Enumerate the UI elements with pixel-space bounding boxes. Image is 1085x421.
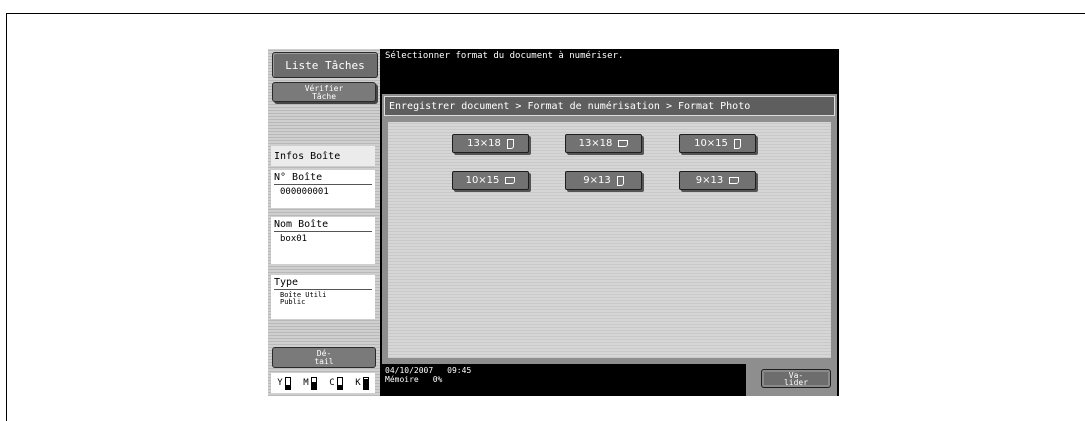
- format-button-13x18-portrait[interactable]: 13×18: [452, 134, 529, 153]
- format-label: 10×15: [465, 175, 500, 186]
- box-type-label: Type: [274, 277, 372, 290]
- instruction-message: Sélectionner format du document à numéri…: [385, 51, 624, 61]
- box-info-title: Infos Boîte: [271, 146, 375, 166]
- portrait-doc-icon: [733, 138, 741, 149]
- format-selection-area: 13×18 13×18 10×15 10×15 9×13 9×13: [388, 122, 831, 358]
- landscape-doc-icon: [729, 177, 740, 184]
- box-name-label: Nom Boîte: [274, 219, 372, 232]
- box-name-value: box01: [280, 234, 308, 244]
- format-label: 9×13: [583, 175, 611, 186]
- toner-m-bar: [310, 376, 317, 390]
- control-panel-screen: Liste Tâches Vérifier Tâche Infos Boîte …: [268, 49, 839, 396]
- status-date: 04/10/2007: [385, 366, 434, 375]
- format-button-9x13-landscape[interactable]: 9×13: [679, 171, 756, 190]
- landscape-doc-icon: [505, 177, 516, 184]
- format-label: 13×18: [467, 138, 501, 149]
- status-time: 09:45: [447, 366, 472, 375]
- format-button-10x15-portrait[interactable]: 10×15: [679, 134, 756, 153]
- portrait-doc-icon: [616, 175, 624, 186]
- box-number-value: 000000001: [280, 187, 329, 197]
- toner-c-letter: C: [329, 378, 335, 388]
- toner-y-fill: [285, 385, 290, 389]
- toner-y-letter: Y: [277, 378, 283, 388]
- format-label: 13×18: [578, 138, 613, 149]
- toner-k-letter: K: [355, 378, 361, 388]
- frame-top-border: [6, 13, 1085, 14]
- landscape-doc-icon: [618, 140, 629, 147]
- memory-label: Mémoire: [385, 375, 419, 384]
- portrait-doc-icon: [506, 138, 514, 149]
- box-type-value: Boîte Utili Public: [280, 291, 327, 306]
- memory-value: 0%: [432, 375, 443, 384]
- toner-k-fill: [363, 379, 368, 389]
- toner-c-bar: [336, 376, 343, 390]
- left-panel: Liste Tâches Vérifier Tâche Infos Boîte …: [268, 49, 380, 396]
- toner-k-bar: [362, 376, 369, 390]
- box-number-label: N° Boîte: [274, 172, 372, 185]
- validate-button[interactable]: Va- lider: [761, 369, 831, 388]
- box-number-card: N° Boîte 000000001: [271, 170, 375, 208]
- format-label: 9×13: [695, 175, 724, 186]
- status-bar: 04/10/2007 09:45 Mémoire 0%: [385, 366, 471, 384]
- detail-button[interactable]: Dé- tail: [272, 347, 376, 368]
- main-area: Enregistrer document > Format de numéris…: [382, 94, 837, 364]
- toner-c: C: [329, 376, 343, 390]
- format-button-13x18-landscape[interactable]: 13×18: [565, 134, 642, 153]
- job-list-button[interactable]: Liste Tâches: [272, 52, 378, 78]
- breadcrumb: Enregistrer document > Format de numéris…: [384, 96, 835, 116]
- toner-levels: Y M C K: [271, 373, 375, 393]
- format-label: 10×15: [694, 138, 728, 149]
- toner-y-bar: [284, 376, 291, 390]
- format-button-9x13-portrait[interactable]: 9×13: [565, 171, 642, 190]
- frame-left-border: [6, 13, 7, 421]
- box-name-card: Nom Boîte box01: [271, 217, 375, 264]
- format-button-10x15-landscape[interactable]: 10×15: [452, 171, 529, 190]
- toner-k: K: [355, 376, 369, 390]
- verify-job-button[interactable]: Vérifier Tâche: [272, 82, 376, 102]
- toner-m: M: [303, 376, 317, 390]
- box-type-card: Type Boîte Utili Public: [271, 275, 375, 319]
- toner-y: Y: [277, 376, 291, 390]
- toner-m-letter: M: [303, 378, 309, 388]
- toner-c-fill: [337, 385, 342, 389]
- toner-m-fill: [311, 381, 316, 389]
